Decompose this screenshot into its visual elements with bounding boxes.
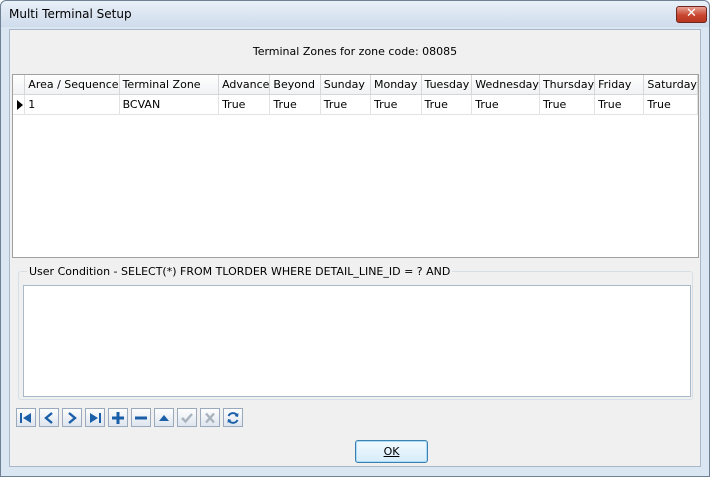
cell-area-sequence[interactable]: 1 bbox=[24, 94, 120, 115]
cell-thursday[interactable]: True bbox=[539, 94, 596, 115]
terminal-zones-grid[interactable]: Area / Sequence Terminal Zone Advance Be… bbox=[12, 74, 699, 258]
record-navigator bbox=[16, 408, 246, 428]
refresh-button[interactable] bbox=[223, 408, 243, 427]
column-header-area-sequence[interactable]: Area / Sequence bbox=[24, 75, 120, 95]
column-header-thursday[interactable]: Thursday bbox=[539, 75, 596, 95]
edit-record-button[interactable] bbox=[154, 408, 174, 427]
prior-record-button[interactable] bbox=[39, 408, 59, 427]
column-header-monday[interactable]: Monday bbox=[370, 75, 422, 95]
delete-record-button[interactable] bbox=[131, 408, 151, 427]
ok-button-label: OK bbox=[383, 445, 400, 458]
column-header-terminal-zone[interactable]: Terminal Zone bbox=[119, 75, 220, 95]
cell-tuesday[interactable]: True bbox=[421, 94, 473, 115]
cell-advance[interactable]: True bbox=[218, 94, 271, 115]
cell-saturday[interactable]: True bbox=[643, 94, 698, 115]
prior-icon bbox=[44, 411, 53, 424]
zone-header: Terminal Zones for zone code: 08085 bbox=[252, 45, 458, 58]
grid-table: Area / Sequence Terminal Zone Advance Be… bbox=[13, 75, 698, 115]
dialog-window: Multi Terminal Setup ✕ Terminal Zones fo… bbox=[0, 0, 710, 477]
next-record-button[interactable] bbox=[62, 408, 82, 427]
cell-monday[interactable]: True bbox=[370, 94, 422, 115]
column-header-wednesday[interactable]: Wednesday bbox=[471, 75, 540, 95]
column-header-friday[interactable]: Friday bbox=[594, 75, 645, 95]
cancel-record-button[interactable] bbox=[200, 408, 220, 427]
post-record-button[interactable] bbox=[177, 408, 197, 427]
minus-icon bbox=[135, 416, 147, 419]
first-record-button[interactable] bbox=[16, 408, 36, 427]
up-triangle-icon bbox=[159, 414, 169, 421]
title-bar: Multi Terminal Setup ✕ bbox=[1, 1, 709, 27]
plus-icon bbox=[112, 411, 124, 424]
row-indicator-header bbox=[13, 75, 26, 95]
current-row-arrow-icon bbox=[17, 99, 23, 110]
grid-header-row: Area / Sequence Terminal Zone Advance Be… bbox=[13, 75, 698, 95]
cell-sunday[interactable]: True bbox=[320, 94, 371, 115]
user-condition-textarea[interactable] bbox=[23, 285, 691, 397]
window-title: Multi Terminal Setup bbox=[9, 7, 132, 21]
user-condition-label: User Condition - SELECT(*) FROM TLORDER … bbox=[27, 265, 453, 278]
insert-record-button[interactable] bbox=[108, 408, 128, 427]
first-icon bbox=[20, 412, 31, 423]
column-header-advance[interactable]: Advance bbox=[218, 75, 271, 95]
table-row[interactable]: 1 BCVAN True True True True True True Tr… bbox=[13, 94, 698, 115]
ok-button[interactable]: OK bbox=[355, 440, 428, 463]
column-header-saturday[interactable]: Saturday bbox=[643, 75, 698, 95]
cell-friday[interactable]: True bbox=[594, 94, 645, 115]
cell-wednesday[interactable]: True bbox=[471, 94, 540, 115]
cell-beyond[interactable]: True bbox=[269, 94, 321, 115]
next-icon bbox=[68, 411, 77, 424]
current-row-indicator bbox=[13, 94, 26, 115]
x-icon bbox=[205, 412, 215, 423]
dialog-body: Terminal Zones for zone code: 08085 Area… bbox=[9, 29, 701, 467]
close-button[interactable]: ✕ bbox=[676, 6, 707, 23]
last-icon bbox=[90, 412, 101, 423]
check-icon bbox=[181, 412, 193, 423]
close-x-icon: ✕ bbox=[686, 6, 697, 21]
column-header-tuesday[interactable]: Tuesday bbox=[421, 75, 473, 95]
column-header-beyond[interactable]: Beyond bbox=[269, 75, 321, 95]
refresh-icon bbox=[227, 411, 239, 424]
user-condition-group: User Condition - SELECT(*) FROM TLORDER … bbox=[18, 265, 693, 400]
column-header-sunday[interactable]: Sunday bbox=[320, 75, 371, 95]
last-record-button[interactable] bbox=[85, 408, 105, 427]
cell-terminal-zone[interactable]: BCVAN bbox=[119, 94, 220, 115]
